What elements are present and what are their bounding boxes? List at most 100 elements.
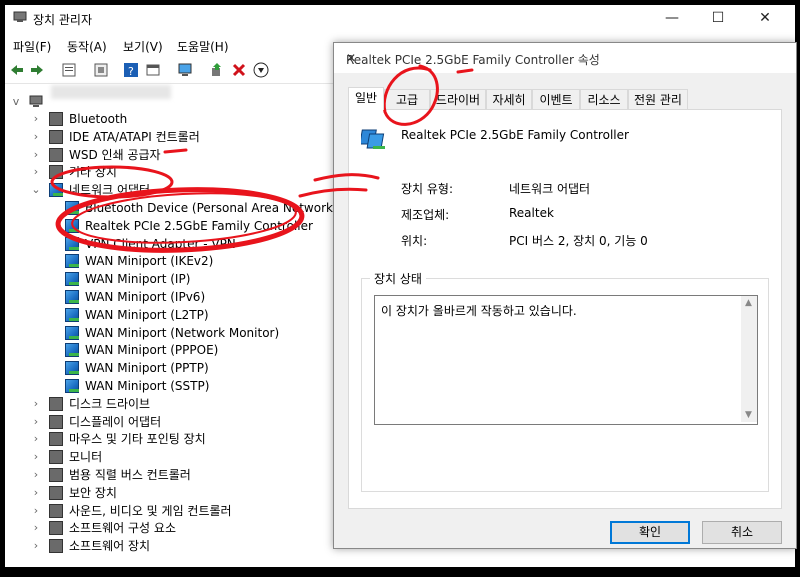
chevron-right-icon[interactable]: › (31, 110, 41, 128)
tree-item-label: 소프트웨어 구성 요소 (69, 521, 176, 535)
tree-item-label: WAN Miniport (Network Monitor) (85, 326, 280, 340)
menu-action[interactable]: 동작(A) (67, 38, 107, 55)
properties-icon[interactable] (61, 62, 77, 78)
network-adapter-icon (65, 201, 79, 215)
scroll-up-icon[interactable]: ▲ (745, 298, 752, 308)
chevron-right-icon[interactable]: › (31, 537, 41, 555)
window-title: 장치 관리자 (33, 13, 93, 27)
location-label: 위치: (401, 234, 428, 248)
tree-item-label: IDE ATA/ATAPI 컨트롤러 (69, 130, 200, 144)
device-name: Realtek PCIe 2.5GbE Family Controller (401, 128, 629, 142)
device-type-value: 네트워크 어댑터 (509, 182, 591, 196)
tree-item-label: Realtek PCIe 2.5GbE Family Controller (85, 219, 313, 233)
device-tree: v › Bluetooth › IDE ATA/ATAPI 컨트롤러 › WSD 인쇄 공… (5, 83, 359, 563)
device-manager-icon (13, 11, 27, 22)
tree-item-label: 기타 장치 (69, 165, 117, 179)
general-tab-panel: Realtek PCIe 2.5GbE Family Controller 장치… (348, 109, 782, 509)
tree-item-label: 범용 직렬 버스 컨트롤러 (69, 468, 191, 482)
tab-driver[interactable]: 드라이버 (430, 89, 486, 109)
tab-power-management[interactable]: 전원 관리 (628, 89, 688, 109)
device-category-icon (49, 450, 63, 464)
chevron-right-icon[interactable]: › (31, 146, 41, 164)
dialog-close-button[interactable]: ✕ (346, 51, 788, 65)
chevron-right-icon[interactable]: › (31, 430, 41, 448)
update-driver-icon[interactable] (93, 62, 109, 78)
tree-item-label: 사운드, 비디오 및 게임 컨트롤러 (69, 504, 232, 518)
computer-icon[interactable] (177, 62, 193, 78)
tree-item-label: WAN Miniport (PPPOE) (85, 343, 219, 357)
tree-item-label: Bluetooth (69, 112, 128, 126)
device-type-label: 장치 유형: (401, 182, 454, 196)
scroll-down-icon[interactable]: ▼ (745, 410, 752, 420)
chevron-down-icon[interactable]: v (11, 93, 21, 111)
chevron-right-icon[interactable]: › (31, 519, 41, 537)
chevron-right-icon[interactable]: › (31, 163, 41, 181)
tree-item-label: WAN Miniport (SSTP) (85, 379, 210, 393)
title-bar: 장치 관리자 — ☐ ✕ (5, 5, 795, 31)
tree-item-label: WAN Miniport (IKEv2) (85, 254, 214, 268)
cancel-button[interactable]: 취소 (702, 521, 782, 544)
back-icon[interactable] (9, 62, 25, 78)
tree-item-label: 소프트웨어 장치 (69, 539, 151, 553)
chevron-right-icon[interactable]: › (31, 484, 41, 502)
device-category-icon (49, 521, 63, 535)
status-scrollbar[interactable]: ▲ ▼ (741, 296, 757, 422)
tree-item-label: 네트워크 어댑터 (69, 183, 151, 197)
menu-view[interactable]: 보기(V) (123, 38, 163, 55)
forward-icon[interactable] (29, 62, 45, 78)
tree-item-label: WAN Miniport (IP) (85, 272, 191, 286)
device-status-title: 장치 상태 (370, 270, 426, 287)
location-value: PCI 버스 2, 장치 0, 기능 0 (509, 234, 648, 248)
help-icon[interactable]: ? (123, 62, 139, 78)
ok-button[interactable]: 확인 (610, 521, 690, 544)
manufacturer-value: Realtek (509, 206, 554, 220)
chevron-right-icon[interactable]: › (31, 502, 41, 520)
network-adapter-icon (49, 183, 63, 197)
tree-item-label: 디스플레이 어댑터 (69, 415, 162, 429)
properties-dialog: Realtek PCIe 2.5GbE Family Controller 속성… (333, 42, 797, 549)
dialog-title-bar: Realtek PCIe 2.5GbE Family Controller 속성… (334, 43, 796, 73)
tree-item-label: VPN Client Adapter - VPN (85, 237, 236, 251)
tab-advanced[interactable]: 고급 (384, 89, 430, 109)
tree-item-label: 디스크 드라이브 (69, 397, 151, 411)
tab-events[interactable]: 이벤트 (532, 89, 580, 109)
network-adapter-icon (65, 361, 79, 375)
manufacturer-label: 제조업체: (401, 208, 450, 222)
device-category-icon (49, 397, 63, 411)
network-adapter-icon (65, 379, 79, 393)
network-adapter-icon (65, 343, 79, 357)
network-adapter-icon (65, 326, 79, 340)
chevron-right-icon[interactable]: › (31, 395, 41, 413)
device-category-icon (49, 504, 63, 518)
network-adapter-icon (65, 308, 79, 322)
svg-text:?: ? (128, 65, 134, 78)
download-icon[interactable] (253, 62, 269, 78)
tab-details[interactable]: 자세히 (486, 89, 532, 109)
blurred-computer-name (51, 85, 171, 99)
device-category-icon (49, 468, 63, 482)
device-category-icon (49, 165, 63, 179)
device-status-textbox[interactable]: 이 장치가 올바르게 작동하고 있습니다. ▲ ▼ (374, 295, 758, 425)
chevron-right-icon[interactable]: › (31, 448, 41, 466)
uninstall-icon[interactable] (231, 62, 247, 78)
chevron-right-icon[interactable]: › (31, 466, 41, 484)
menu-file[interactable]: 파일(F) (13, 38, 51, 55)
enable-icon[interactable] (209, 62, 225, 78)
network-adapter-icon (65, 254, 79, 268)
tab-resources[interactable]: 리소스 (580, 89, 628, 109)
device-status-group: 장치 상태 이 장치가 올바르게 작동하고 있습니다. ▲ ▼ (361, 270, 769, 492)
minimize-button[interactable]: — (649, 5, 695, 31)
device-category-icon (49, 112, 63, 126)
view-icon[interactable] (145, 62, 161, 78)
tree-item-label: 모니터 (69, 450, 103, 464)
close-button[interactable]: ✕ (742, 5, 788, 31)
chevron-right-icon[interactable]: › (31, 128, 41, 146)
device-category-icon (49, 130, 63, 144)
tab-general[interactable]: 일반 (348, 87, 384, 110)
maximize-button[interactable]: ☐ (695, 5, 741, 31)
chevron-down-icon[interactable]: ⌄ (31, 181, 41, 199)
menu-help[interactable]: 도움말(H) (177, 38, 229, 55)
chevron-right-icon[interactable]: › (31, 413, 41, 431)
network-adapter-icon (361, 129, 385, 149)
network-adapter-icon (65, 290, 79, 304)
